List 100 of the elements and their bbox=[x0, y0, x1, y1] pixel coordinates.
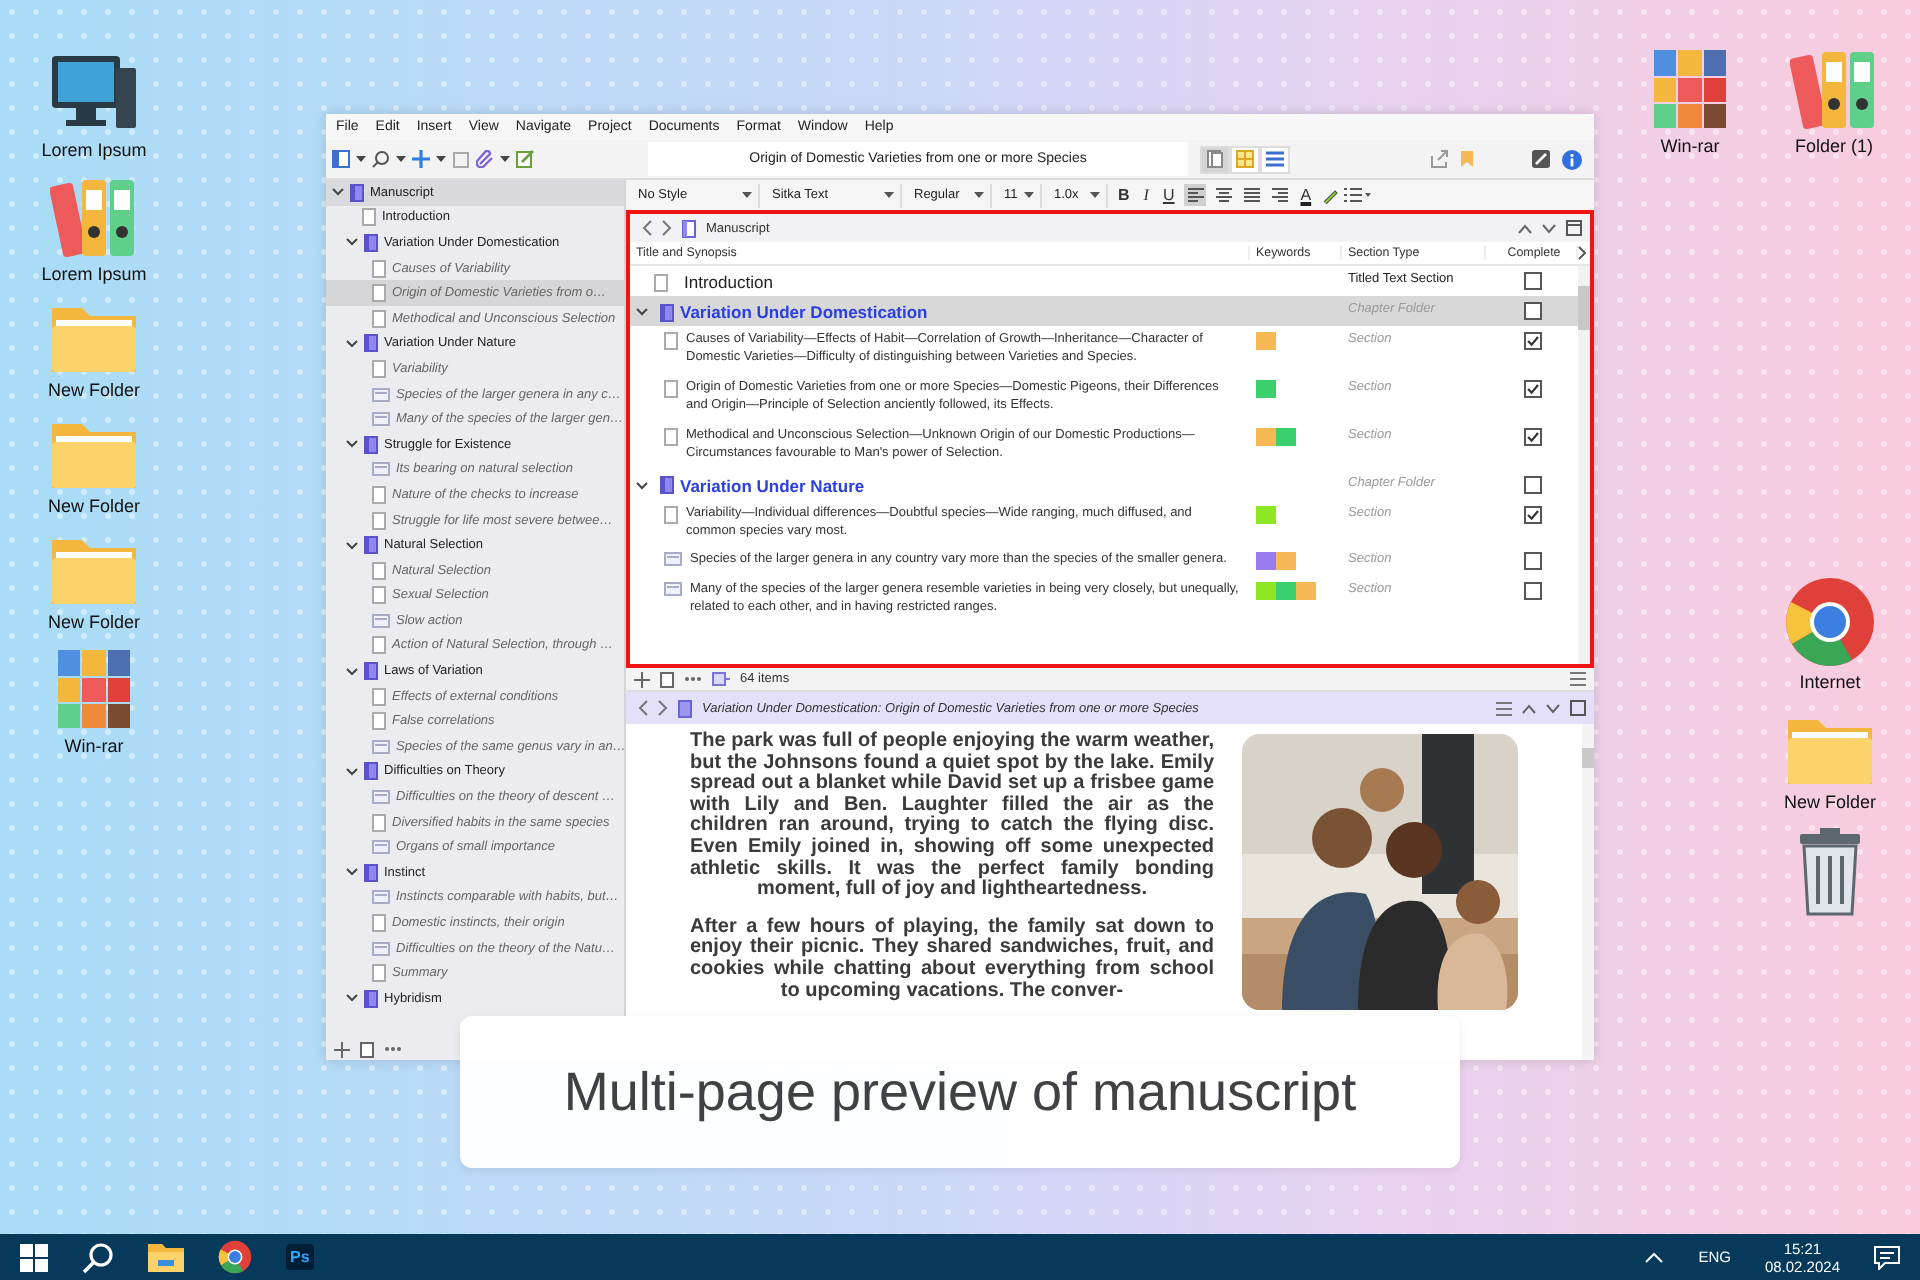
index-card-icon bbox=[372, 941, 390, 956]
desktop-shortcut[interactable]: New Folder bbox=[1760, 704, 1900, 816]
paragraph: After a few hours of playing, the family sat down to enjoy their picnic. They shared sandwiches, fruit, and cookies while chatting about everything from school to upcoming vacations. The conver- bbox=[690, 917, 1214, 1003]
desktop-shortcut[interactable]: New Folder bbox=[24, 292, 164, 404]
up-icon[interactable] bbox=[1518, 223, 1532, 233]
caret-icon[interactable] bbox=[436, 155, 446, 163]
notification-icon[interactable] bbox=[1874, 1245, 1900, 1269]
folder-icon bbox=[660, 476, 674, 495]
binder-icon[interactable] bbox=[332, 150, 350, 168]
complete-checkbox[interactable] bbox=[1523, 272, 1541, 290]
document-icon[interactable] bbox=[360, 1041, 374, 1057]
chevron-icon[interactable] bbox=[346, 667, 358, 676]
folder-icon[interactable] bbox=[712, 672, 730, 686]
highlighter-icon[interactable] bbox=[1321, 187, 1338, 203]
desktop-shortcut[interactable]: Lorem Ipsum bbox=[24, 48, 164, 164]
complete-checkbox[interactable] bbox=[1523, 427, 1541, 446]
chevron-icon[interactable] bbox=[346, 868, 358, 877]
format-button[interactable]: I bbox=[1139, 186, 1153, 204]
caret-up-icon[interactable] bbox=[1644, 1251, 1665, 1263]
chevron-icon[interactable] bbox=[346, 238, 358, 247]
edit-icon[interactable] bbox=[516, 150, 534, 168]
more-icon[interactable] bbox=[684, 676, 702, 682]
forward-icon[interactable] bbox=[658, 700, 668, 716]
desktop-shortcut[interactable]: New Folder bbox=[24, 408, 164, 520]
caret-icon[interactable] bbox=[356, 155, 366, 163]
caret-icon bbox=[742, 192, 752, 198]
list-icon[interactable] bbox=[1343, 188, 1372, 202]
start-icon[interactable] bbox=[20, 1243, 48, 1271]
page-icon bbox=[1206, 150, 1224, 168]
desktop-shortcut[interactable]: Internet bbox=[1760, 572, 1900, 696]
ring-logo-icon[interactable] bbox=[218, 1240, 252, 1274]
desktop-shortcut[interactable]: Lorem Ipsum bbox=[24, 168, 164, 288]
align-button[interactable] bbox=[1184, 184, 1207, 206]
caret-icon bbox=[884, 192, 894, 198]
app-button[interactable]: Ps bbox=[286, 1244, 314, 1270]
chevron-right-icon[interactable] bbox=[1578, 246, 1586, 260]
format-button[interactable]: B bbox=[1114, 186, 1134, 204]
index-card-icon bbox=[372, 890, 390, 905]
folder-icon bbox=[364, 233, 378, 252]
folder-icon bbox=[364, 662, 378, 681]
index-card-icon bbox=[372, 462, 390, 477]
index-card-icon bbox=[372, 387, 390, 402]
back-icon[interactable] bbox=[642, 220, 652, 236]
view-mode-button[interactable] bbox=[1260, 145, 1290, 173]
chevron-icon[interactable] bbox=[346, 541, 358, 550]
folder-icon bbox=[364, 762, 378, 781]
folder-icon[interactable] bbox=[148, 1242, 184, 1272]
complete-checkbox[interactable] bbox=[1523, 379, 1541, 398]
plus-icon[interactable] bbox=[334, 1041, 350, 1057]
down-icon[interactable] bbox=[1546, 703, 1560, 713]
chevron-icon[interactable] bbox=[636, 308, 648, 316]
split-icon[interactable] bbox=[1566, 220, 1582, 236]
more-icon[interactable] bbox=[384, 1046, 402, 1052]
list-icon[interactable] bbox=[1570, 672, 1586, 686]
scrollbar[interactable] bbox=[1582, 724, 1594, 1060]
paperclip-icon[interactable] bbox=[476, 150, 494, 168]
view-mode-button[interactable] bbox=[1200, 145, 1230, 173]
compose-icon[interactable] bbox=[1532, 150, 1550, 168]
complete-checkbox[interactable] bbox=[1523, 581, 1541, 600]
share-icon[interactable] bbox=[1430, 150, 1448, 168]
desktop-shortcut[interactable]: New Folder bbox=[24, 524, 164, 636]
folder-icon bbox=[364, 435, 378, 454]
plus-icon[interactable] bbox=[634, 671, 650, 687]
chevron-icon[interactable] bbox=[636, 481, 648, 490]
back-icon[interactable] bbox=[638, 700, 648, 716]
caret-icon[interactable] bbox=[396, 155, 406, 163]
folder-icon bbox=[364, 989, 378, 1008]
split-icon[interactable] bbox=[1570, 700, 1586, 716]
desktop-shortcut[interactable]: Win-rar bbox=[24, 640, 164, 760]
plus-icon[interactable] bbox=[412, 150, 430, 168]
format-button[interactable]: U bbox=[1158, 186, 1179, 204]
chevron-icon[interactable] bbox=[346, 767, 358, 776]
complete-checkbox[interactable] bbox=[1523, 552, 1541, 571]
complete-checkbox[interactable] bbox=[1523, 302, 1541, 320]
caret-icon[interactable] bbox=[500, 155, 510, 163]
down-icon[interactable] bbox=[1542, 223, 1556, 233]
chevron-icon[interactable] bbox=[346, 994, 358, 1003]
caption-text: Multi-page preview of manuscript bbox=[563, 1061, 1357, 1123]
folder-icon bbox=[364, 334, 378, 353]
align-button[interactable] bbox=[1240, 184, 1263, 206]
scrollbar[interactable] bbox=[1578, 266, 1590, 664]
complete-checkbox[interactable] bbox=[1523, 505, 1541, 524]
document-icon bbox=[372, 914, 386, 933]
search-icon[interactable] bbox=[372, 150, 390, 168]
align-left-icon bbox=[1187, 188, 1204, 202]
search-icon[interactable] bbox=[82, 1241, 114, 1273]
desktop-shortcut[interactable]: Win-rar bbox=[1620, 40, 1760, 160]
info-icon[interactable] bbox=[1562, 149, 1582, 169]
up-icon[interactable] bbox=[1522, 703, 1536, 713]
chevron-icon[interactable] bbox=[346, 339, 358, 348]
forward-icon[interactable] bbox=[662, 220, 672, 236]
list-icon[interactable] bbox=[1496, 701, 1512, 715]
align-button[interactable] bbox=[1268, 184, 1291, 206]
align-button[interactable] bbox=[1212, 184, 1235, 206]
desktop-shortcut[interactable]: Folder (1) bbox=[1764, 40, 1904, 160]
chevron-icon[interactable] bbox=[346, 440, 358, 449]
complete-checkbox[interactable] bbox=[1523, 475, 1541, 494]
text-color-button[interactable]: A bbox=[1296, 186, 1316, 204]
complete-checkbox[interactable] bbox=[1523, 332, 1541, 350]
chevron-icon[interactable] bbox=[332, 188, 344, 197]
